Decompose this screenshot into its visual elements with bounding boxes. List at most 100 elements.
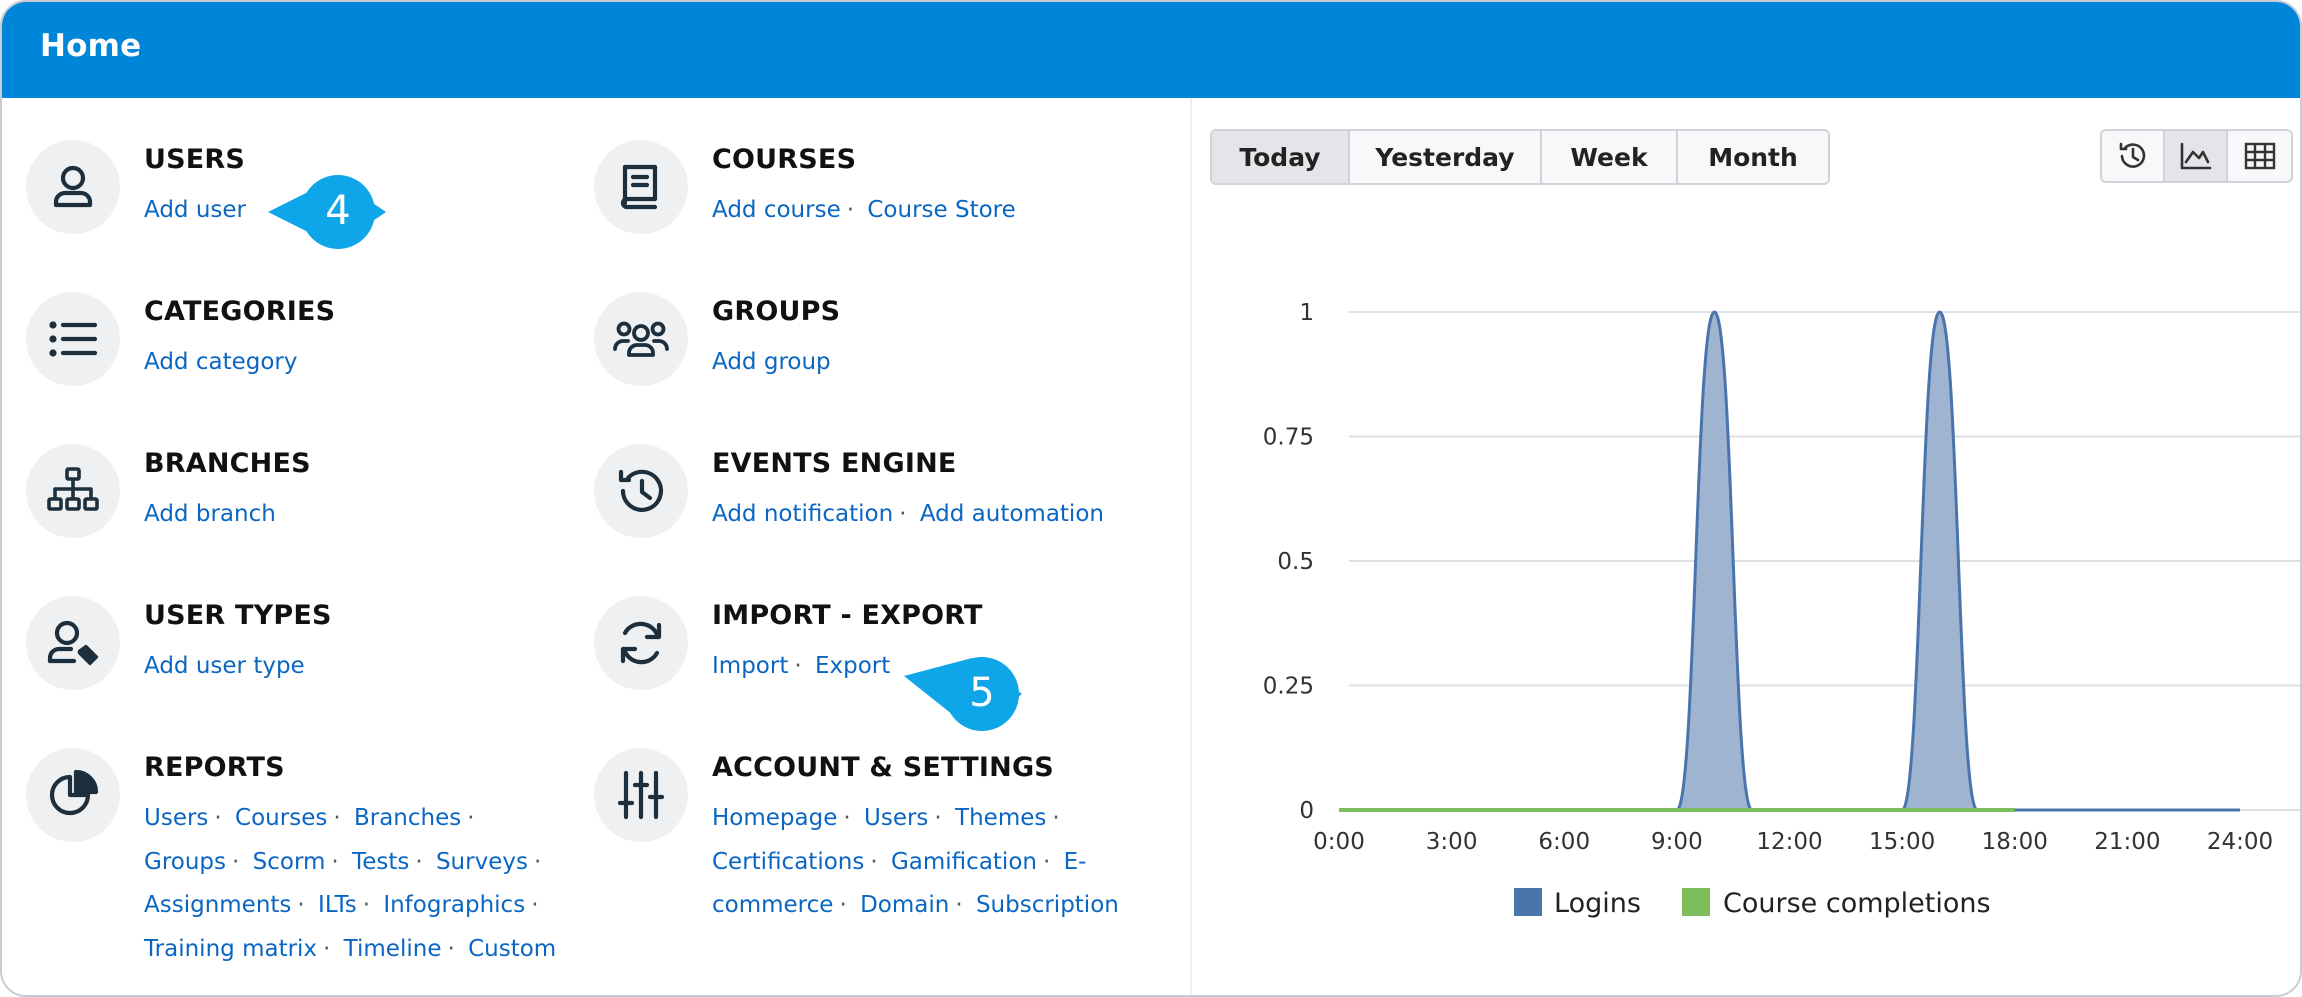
tile-links: Add user type (144, 645, 564, 689)
x-tick-label: 0:00 (1313, 829, 1365, 855)
history-icon (2119, 142, 2145, 168)
tile-link[interactable]: Import (712, 653, 788, 679)
tile-link[interactable]: Add course (712, 197, 841, 223)
tile-links: Add branch (144, 493, 564, 537)
callout-number: 4 (325, 188, 351, 234)
tile-link[interactable]: Add category (144, 349, 298, 375)
link-separator: · (870, 848, 878, 875)
tile-link[interactable]: Scorm (253, 849, 326, 875)
y-tick-label: 0.5 (1277, 549, 1314, 575)
y-tick-label: 0.25 (1263, 674, 1314, 700)
tile-link[interactable]: Course Store (867, 197, 1015, 223)
link-separator: · (467, 805, 475, 831)
tab-yesterday[interactable]: Yesterday (1350, 131, 1542, 183)
link-separator: · (934, 805, 942, 831)
sync-icon[interactable] (594, 596, 688, 690)
legend-label: Course completions (1723, 888, 1991, 919)
sliders-icon[interactable] (594, 748, 688, 842)
x-tick-label: 15:00 (1869, 829, 1935, 855)
tile-links: Users · Courses · Branches · Groups · Scorm ·… (144, 797, 564, 971)
tile-link[interactable]: Add user type (144, 653, 305, 679)
y-tick-label: 0.75 (1263, 425, 1314, 451)
link-separator: · (1052, 805, 1060, 831)
link-separator: · (232, 848, 240, 875)
page-title: Home (40, 28, 142, 64)
x-tick-label: 24:00 (2207, 829, 2273, 855)
tile-link[interactable]: ILTs (318, 892, 357, 918)
tab-today[interactable]: Today (1212, 131, 1350, 183)
tile-title: ACCOUNT & SETTINGS (712, 752, 1054, 783)
page-header: Home (2, 2, 2300, 98)
history-view-button[interactable] (2102, 131, 2165, 181)
tile-link[interactable]: Add branch (144, 501, 276, 527)
link-separator: · (362, 892, 370, 918)
tile-link[interactable]: Users (144, 805, 208, 831)
tile-link[interactable]: Domain (860, 892, 949, 918)
x-tick-label: 3:00 (1426, 829, 1478, 855)
tile-title: CATEGORIES (144, 296, 336, 327)
tile-link[interactable]: Custom (468, 936, 556, 962)
users-group-icon[interactable] (594, 292, 688, 386)
legend-swatch-logins (1514, 888, 1542, 916)
activity-chart: 0 0.25 0.5 0.75 1 0:00 3:00 6:00 9:00 12:00 15:00 1… (1263, 300, 2300, 919)
callout-number: 5 (969, 670, 995, 716)
pie-chart-icon[interactable] (26, 748, 120, 842)
link-separator: · (846, 197, 855, 223)
tile-link[interactable]: Certifications (712, 849, 864, 875)
tile-links: Add notification · Add automation (712, 493, 1132, 537)
area-chart-icon (2180, 142, 2211, 170)
tile-link[interactable]: Export (815, 653, 890, 679)
tile-link[interactable]: Branches (354, 805, 461, 831)
tile-title: USER TYPES (144, 600, 332, 631)
tile-link[interactable]: Users (864, 805, 928, 831)
x-tick-label: 12:00 (1756, 829, 1822, 855)
chart-view-toggle (2100, 129, 2293, 183)
sitemap-icon[interactable] (26, 444, 120, 538)
list-icon[interactable] (26, 292, 120, 386)
home-dashboard: Home USERS Add user CATEGORIES Add categ… (0, 0, 2302, 997)
link-separator: · (794, 653, 802, 679)
tile-link[interactable]: Tests (352, 849, 409, 875)
user-icon[interactable] (26, 140, 120, 234)
tile-links: Add course · Course Store (712, 189, 1132, 233)
link-separator: · (839, 892, 847, 918)
tile-title: BRANCHES (144, 448, 311, 479)
tile-link[interactable]: Add notification (712, 501, 893, 527)
tile-link[interactable]: Infographics (383, 892, 525, 918)
tile-link[interactable]: Training matrix (144, 936, 317, 962)
tile-link[interactable]: Add automation (920, 501, 1104, 527)
tile-link[interactable]: Add group (712, 349, 831, 375)
link-separator: · (333, 805, 341, 831)
link-separator: · (447, 935, 455, 962)
user-tag-icon[interactable] (26, 596, 120, 690)
link-separator: · (955, 892, 963, 918)
link-separator: · (533, 848, 542, 875)
tile-link[interactable]: Timeline (344, 936, 442, 962)
date-range-tabs: Today Yesterday Week Month (1210, 129, 1830, 185)
tile-link[interactable]: Themes (955, 805, 1046, 831)
table-view-button[interactable] (2228, 131, 2291, 181)
link-separator: · (1042, 848, 1051, 875)
tile-link[interactable]: Groups (144, 849, 226, 875)
callout-badge: 4 (266, 174, 386, 250)
legend-swatch-course-completions (1682, 888, 1710, 916)
area-chart-view-button[interactable] (2165, 131, 2228, 181)
link-separator: · (331, 848, 339, 875)
tile-link[interactable]: Courses (235, 805, 327, 831)
tile-links: Add group (712, 341, 1132, 385)
tab-month[interactable]: Month (1678, 131, 1828, 183)
tile-link[interactable]: Surveys (436, 849, 528, 875)
tile-link[interactable]: Subscription (976, 892, 1119, 918)
x-tick-label: 6:00 (1538, 829, 1590, 855)
tile-title: USERS (144, 144, 246, 175)
tile-title: EVENTS ENGINE (712, 448, 957, 479)
tile-link[interactable]: Gamification (891, 849, 1037, 875)
tile-link[interactable]: Add user (144, 197, 246, 223)
tab-week[interactable]: Week (1542, 131, 1678, 183)
tile-link[interactable]: Homepage (712, 805, 837, 831)
tile-link[interactable]: Assignments (144, 892, 291, 918)
history-icon[interactable] (594, 444, 688, 538)
tile-title: REPORTS (144, 752, 285, 783)
book-icon[interactable] (594, 140, 688, 234)
x-tick-label: 18:00 (1982, 829, 2048, 855)
